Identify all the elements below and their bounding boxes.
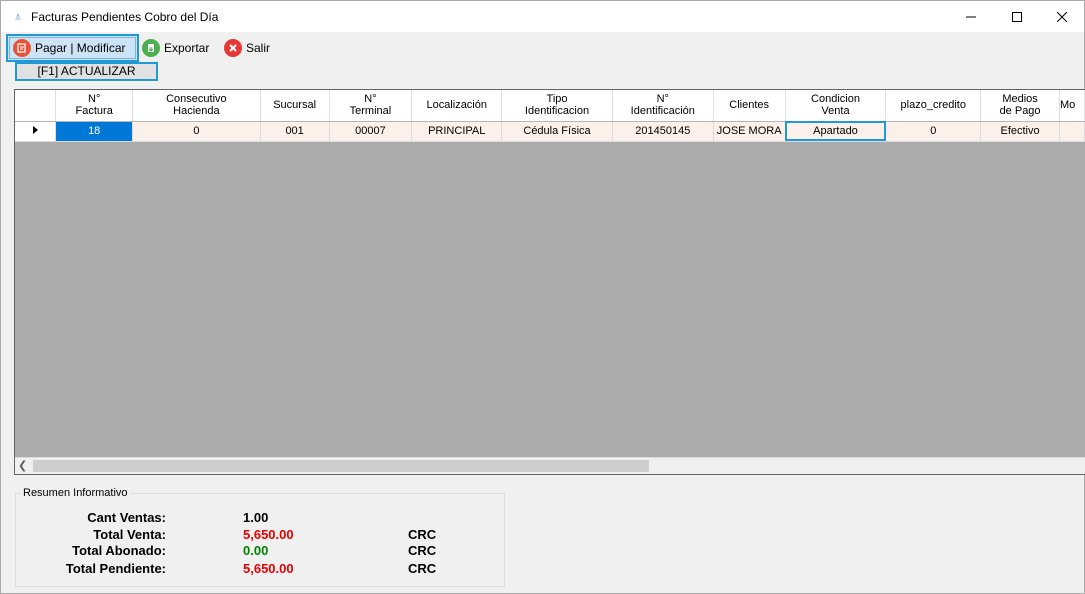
refresh-button[interactable]: [F1] ACTUALIZAR: [15, 62, 158, 81]
column-header[interactable]: N° Terminal: [329, 90, 413, 122]
cant-ventas-value: 1.00: [243, 510, 269, 525]
app-icon: [15, 12, 21, 20]
exit-icon: [224, 39, 242, 57]
export-label: Exportar: [164, 41, 210, 55]
column-header[interactable]: N° Factura: [55, 90, 134, 122]
total-venta-currency: CRC: [408, 527, 437, 542]
title-bar: Facturas Pendientes Cobro del Día: [1, 1, 1084, 32]
column-header[interactable]: Localización: [411, 90, 503, 122]
export-icon: [142, 39, 160, 57]
maximize-icon: [1012, 11, 1022, 22]
toolbar: Pagar | Modificar Exportar Salir: [1, 32, 1084, 62]
export-button[interactable]: Exportar: [142, 36, 209, 60]
minimize-icon: [966, 16, 976, 17]
table-cell[interactable]: Efectivo: [980, 121, 1060, 142]
table-cell[interactable]: [1059, 121, 1085, 142]
current-row-arrow-icon: [32, 126, 38, 134]
summary-panel: Resumen Informativo Cant Ventas: 1.00 To…: [15, 487, 505, 587]
total-abonado-value: 0.00: [243, 543, 269, 558]
close-button[interactable]: [1039, 1, 1085, 32]
table-row[interactable]: 18 0 001 00007 PRINCIPAL Cédula Física 2…: [15, 121, 1085, 142]
maximize-button[interactable]: [994, 1, 1040, 32]
exit-label: Salir: [246, 41, 271, 55]
row-header-corner: [15, 90, 57, 122]
scrollbar-thumb[interactable]: [33, 460, 649, 472]
invoices-table: N° Factura Consecutivo Hacienda Sucursal…: [15, 90, 1085, 142]
total-venta-value: 5,650.00: [243, 527, 294, 542]
column-header[interactable]: Consecutivo Hacienda: [132, 90, 261, 122]
table-cell[interactable]: 001: [260, 121, 330, 142]
invoices-grid[interactable]: N° Factura Consecutivo Hacienda Sucursal…: [14, 89, 1085, 475]
column-header[interactable]: Medios de Pago: [980, 90, 1060, 122]
total-abonado-label: Total Abonado:: [72, 543, 166, 558]
column-header[interactable]: Clientes: [713, 90, 786, 122]
table-cell[interactable]: 201450145: [612, 121, 714, 142]
total-pendiente-label: Total Pendiente:: [65, 561, 166, 576]
column-header[interactable]: plazo_credito: [885, 90, 982, 122]
close-icon: [1057, 11, 1067, 22]
table-cell[interactable]: 18: [55, 121, 134, 142]
exit-button[interactable]: Salir: [224, 36, 270, 60]
summary-legend: Resumen Informativo: [21, 487, 130, 499]
total-abonado-currency: CRC: [408, 543, 437, 558]
app-window: Facturas Pendientes Cobro del Día Pagar …: [0, 0, 1085, 594]
row-selector[interactable]: [15, 121, 57, 142]
column-header[interactable]: N° Identificación: [612, 90, 714, 122]
cant-ventas-label: Cant Ventas:: [87, 510, 166, 525]
pay-modify-button[interactable]: Pagar | Modificar: [6, 34, 139, 62]
table-cell[interactable]: PRINCIPAL: [411, 121, 503, 142]
total-pendiente-currency: CRC: [408, 561, 437, 576]
table-cell[interactable]: JOSE MORA: [713, 121, 786, 142]
column-header[interactable]: Sucursal: [260, 90, 330, 122]
total-pendiente-value: 5,650.00: [243, 561, 294, 576]
scroll-left-icon[interactable]: ❮: [18, 459, 30, 473]
table-cell[interactable]: Apartado: [785, 121, 887, 142]
table-cell[interactable]: 0: [885, 121, 982, 142]
edit-document-icon: [13, 39, 31, 57]
table-cell[interactable]: 0: [132, 121, 261, 142]
minimize-button[interactable]: [948, 1, 994, 32]
pay-modify-label: Pagar | Modificar: [35, 41, 126, 55]
table-cell[interactable]: 00007: [329, 121, 413, 142]
header-row: N° Factura Consecutivo Hacienda Sucursal…: [15, 90, 1085, 122]
total-venta-label: Total Venta:: [93, 527, 166, 542]
column-header[interactable]: Tipo Identificacion: [501, 90, 613, 122]
column-header[interactable]: Condicion Venta: [785, 90, 887, 122]
horizontal-scrollbar[interactable]: ❮: [15, 457, 1085, 474]
table-cell[interactable]: Cédula Física: [501, 121, 613, 142]
window-title: Facturas Pendientes Cobro del Día: [31, 10, 219, 24]
column-header[interactable]: Mo: [1059, 90, 1085, 122]
